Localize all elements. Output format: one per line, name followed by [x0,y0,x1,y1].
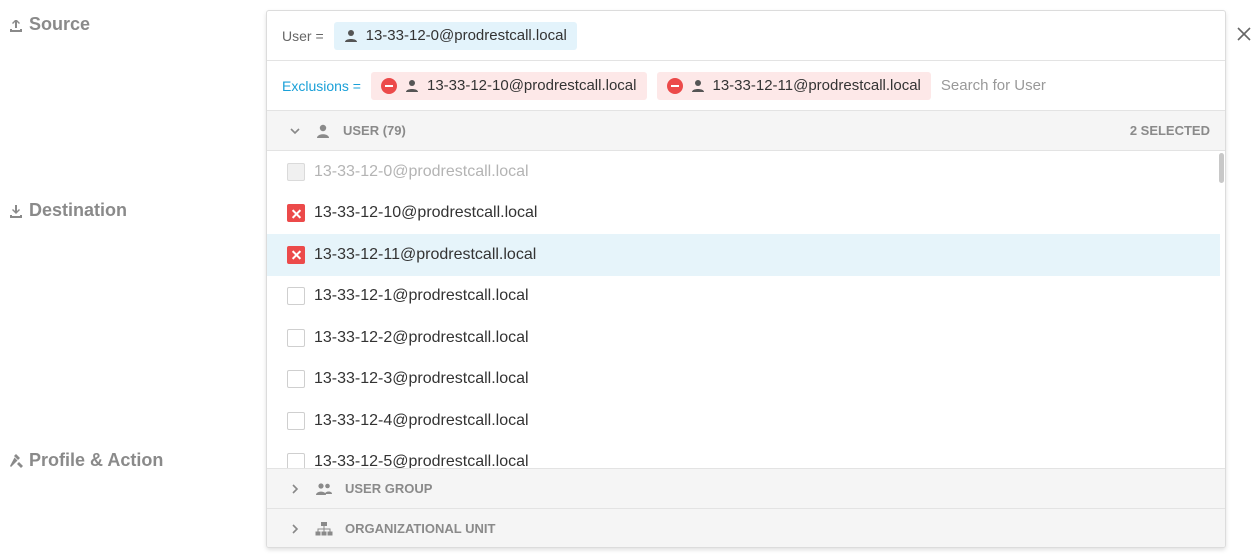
user-selection-panel: User = 13-33-12-0@prodrestcall.local Exc… [266,10,1226,548]
user-group-section-label: USER GROUP [345,481,433,496]
user-group-collapsed-header[interactable]: USER GROUP [267,468,1225,508]
search-user-input[interactable] [940,77,1141,94]
org-unit-section-label: ORGANIZATIONAL UNIT [345,521,496,536]
list-item[interactable]: 13-33-12-11@prodrestcall.local [267,234,1220,276]
list-item-label: 13-33-12-3@prodrestcall.local [314,370,529,388]
profile-action-section-label: Profile & Action [8,450,163,471]
excluded-checkbox[interactable] [287,204,305,223]
remove-exclusion-icon[interactable] [666,77,683,94]
org-unit-collapsed-header[interactable]: ORGANIZATIONAL UNIT [267,508,1225,547]
org-chart-icon [315,521,333,537]
user-group-header[interactable]: USER (79) 2 SELECTED [267,111,1225,151]
source-section-label: Source [8,14,90,35]
destination-section-label: Destination [8,200,127,221]
user-chip-label: 13-33-12-0@prodrestcall.local [365,27,567,44]
chevron-right-icon[interactable] [289,483,301,495]
list-item: 13-33-12-0@prodrestcall.local [267,151,1225,193]
gavel-icon [10,453,23,468]
exclusions-prefix: Exclusions = [282,77,361,94]
list-item[interactable]: 13-33-12-2@prodrestcall.local [267,317,1225,359]
checkbox[interactable] [287,328,305,347]
exclusion-chip[interactable]: 13-33-12-10@prodrestcall.local [370,71,647,100]
user-prefix: User = [282,27,324,44]
user-group-label: USER (79) [343,123,406,138]
checkbox [287,162,305,181]
download-icon [10,204,22,218]
checkbox[interactable] [287,370,305,389]
list-item[interactable]: 13-33-12-10@prodrestcall.local [267,193,1225,235]
exclusion-chip-label: 13-33-12-10@prodrestcall.local [426,77,637,94]
list-item-label: 13-33-12-4@prodrestcall.local [314,411,529,429]
list-item[interactable]: 13-33-12-5@prodrestcall.local [267,442,1225,468]
remove-exclusion-icon[interactable] [380,77,397,94]
scrollbar-thumb[interactable] [1219,153,1224,183]
checkbox[interactable] [287,287,305,306]
profile-action-label: Profile & Action [29,450,164,470]
list-item-label: 13-33-12-10@prodrestcall.local [314,204,538,222]
exclusion-chip[interactable]: 13-33-12-11@prodrestcall.local [656,71,931,100]
chevron-down-icon[interactable] [289,125,301,137]
close-icon [1237,27,1251,41]
list-item-label: 13-33-12-0@prodrestcall.local [314,162,529,180]
chevron-right-icon[interactable] [289,523,301,535]
list-item-label: 13-33-12-2@prodrestcall.local [314,328,529,346]
destination-label: Destination [29,200,128,220]
user-list[interactable]: 13-33-12-0@prodrestcall.local 13-33-12-1… [267,151,1225,468]
list-item[interactable]: 13-33-12-4@prodrestcall.local [267,400,1225,442]
exclusion-chip-label: 13-33-12-11@prodrestcall.local [712,77,921,94]
user-filter-row: User = 13-33-12-0@prodrestcall.local [267,11,1225,61]
source-label: Source [29,14,91,34]
person-icon [344,29,357,42]
list-item-label: 13-33-12-5@prodrestcall.local [314,453,529,468]
list-item-label: 13-33-12-11@prodrestcall.local [314,245,537,263]
selected-count: 2 SELECTED [1129,123,1210,138]
person-icon [405,79,418,92]
people-icon [315,481,333,497]
checkbox[interactable] [287,411,305,430]
user-chip[interactable]: 13-33-12-0@prodrestcall.local [333,21,577,50]
list-item[interactable]: 13-33-12-1@prodrestcall.local [267,276,1225,318]
checkbox[interactable] [287,453,305,468]
excluded-checkbox[interactable] [287,245,305,264]
person-icon [315,123,331,139]
list-item-label: 13-33-12-1@prodrestcall.local [314,287,529,305]
person-icon [691,79,704,92]
exclusions-row: Exclusions = 13-33-12-10@prodrestcall.lo… [267,61,1225,111]
close-button[interactable] [1234,24,1254,44]
upload-icon [10,19,22,32]
list-item[interactable]: 13-33-12-3@prodrestcall.local [267,359,1225,401]
